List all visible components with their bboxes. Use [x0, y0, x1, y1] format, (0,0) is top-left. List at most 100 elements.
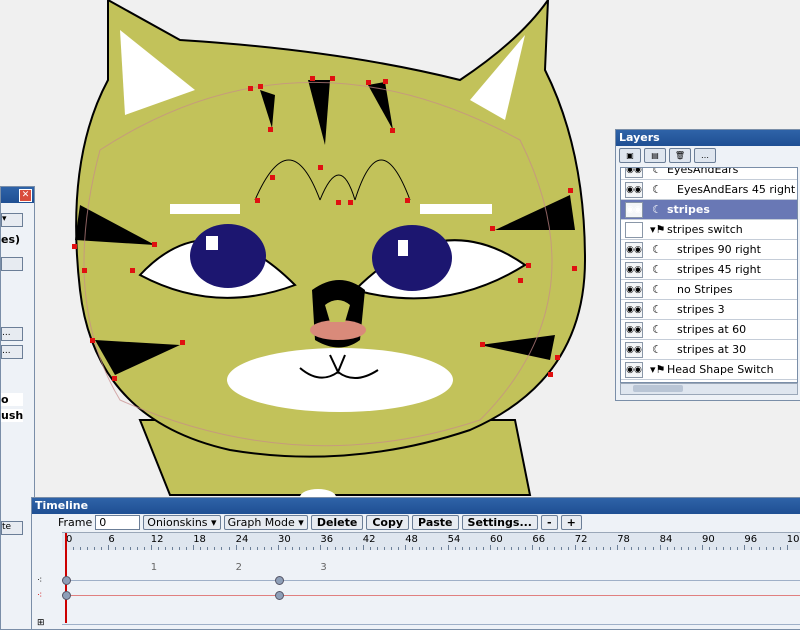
ruler-tick — [504, 547, 506, 550]
track-line — [62, 624, 800, 625]
more-options-icon[interactable]: … — [694, 148, 716, 163]
ruler-tick — [772, 547, 774, 550]
visibility-eye-icon[interactable]: ◉◉ — [625, 168, 643, 178]
graph-mode-dropdown[interactable]: Graph Mode ▾ — [223, 515, 308, 530]
layer-list[interactable]: ◉◉ ☾ EyesAndEars ◉◉ ☾ EyesAndEars 45 right ◉◉ ☾… — [620, 167, 798, 383]
visibility-eye-icon[interactable]: ◉◉ — [625, 301, 643, 318]
ruler-tick — [398, 547, 400, 550]
layer-row[interactable]: ◉◉ ☾ stripes 45 right — [621, 260, 797, 280]
frame-input[interactable]: 0 — [95, 515, 141, 530]
delete-layer-icon[interactable]: 🗑 — [669, 148, 691, 163]
layer-row[interactable]: ◉◉ ☾ stripes at 60 — [621, 320, 797, 340]
layer-row[interactable]: ◉◉ ☾ stripes at 30 — [621, 340, 797, 360]
ruler-tick — [242, 547, 244, 550]
ruler-tick-label: 18 — [193, 534, 206, 545]
track-point-icon: ⁖ — [37, 591, 43, 601]
ruler-tick — [652, 547, 654, 550]
brush-dropdown[interactable]: ▾ — [1, 213, 23, 227]
ruler-tick — [638, 547, 640, 550]
ruler-tick — [603, 547, 605, 550]
timeline-panel: Timeline Frame 0 Onionskins ▾ Graph Mode… — [31, 497, 800, 630]
copy-button[interactable]: Copy — [366, 515, 410, 530]
new-layer-icon[interactable]: ▣ — [619, 148, 641, 163]
ruler-tick — [87, 547, 89, 550]
second-marker: 1 — [150, 562, 158, 573]
ruler-tick — [108, 545, 110, 550]
keyframe[interactable] — [275, 576, 285, 585]
visibility-eye-icon[interactable]: ◉◉ — [625, 321, 643, 338]
ruler-tick — [779, 547, 781, 550]
right-brow — [420, 204, 492, 214]
ruler-tick — [574, 545, 576, 550]
layers-hscrollbar[interactable] — [620, 383, 798, 395]
layer-type-icon: ☾ — [652, 283, 662, 296]
ruler-tick — [624, 547, 626, 550]
layer-row[interactable]: ◉◉ ☾ EyesAndEars — [621, 167, 797, 180]
layer-name: stripes — [667, 203, 710, 216]
ruler-tick — [122, 547, 124, 550]
timeline-title: Timeline — [32, 498, 800, 514]
layer-row[interactable]: ◉◉ ☾ no Stripes — [621, 280, 797, 300]
track-add-icon[interactable]: ⊞ — [37, 618, 45, 628]
left-button-1[interactable]: ... — [1, 327, 23, 341]
left-text-1: o — [1, 393, 23, 406]
ruler-tick — [80, 547, 82, 550]
left-pupil — [190, 224, 266, 288]
ruler-tick — [214, 547, 216, 550]
close-icon[interactable]: ✕ — [19, 189, 32, 202]
ruler-tick — [461, 547, 463, 550]
ruler-tick — [567, 547, 569, 550]
visibility-eye-icon[interactable]: ◉◉ — [625, 241, 643, 258]
ruler-tick — [306, 547, 308, 550]
ruler-tick — [447, 545, 449, 550]
layer-type-icon: ☾ — [652, 167, 662, 176]
settings-button[interactable]: Settings... — [461, 515, 538, 530]
visibility-eye-icon[interactable]: ◉◉ — [625, 281, 643, 298]
ruler-tick — [687, 547, 689, 550]
left-field[interactable] — [1, 257, 23, 271]
zoom-out-button[interactable]: - — [540, 515, 558, 530]
left-text-2: ush — [1, 409, 24, 422]
keyframe[interactable] — [62, 591, 71, 600]
ruler-tick — [596, 547, 597, 550]
visibility-eye-icon[interactable]: ◉◉ — [625, 341, 643, 358]
ruler-tick — [560, 547, 562, 550]
ruler-tick — [751, 547, 753, 550]
ruler-tick — [765, 547, 767, 550]
ruler-tick — [256, 547, 258, 550]
visibility-eye-icon[interactable]: ◉◉ — [625, 361, 643, 378]
ruler-tick — [193, 545, 195, 550]
layer-row[interactable]: ◉◉ ☾ stripes 3 — [621, 300, 797, 320]
ruler-tick — [341, 547, 343, 550]
visibility-eye-icon[interactable]: ◉◉ — [625, 181, 643, 198]
new-group-icon[interactable]: ▤ — [644, 148, 666, 163]
layer-row[interactable]: ◉◉ ☾ stripes 90 right — [621, 240, 797, 260]
layer-name: no Stripes — [677, 283, 733, 296]
layer-name: Head Shape Switch — [667, 363, 774, 376]
layer-row[interactable]: ◉◉ ☾ stripes — [621, 200, 797, 220]
ruler-tick — [94, 547, 96, 550]
layer-row[interactable]: ◉◉ ☾ EyesAndEars 45 right — [621, 180, 797, 200]
left-button-3[interactable]: te — [1, 521, 23, 535]
ruler-tick — [263, 547, 265, 550]
visibility-eye-icon[interactable]: ◉◉ — [625, 201, 643, 218]
onionskins-dropdown[interactable]: Onionskins ▾ — [143, 515, 221, 530]
ruler-tick — [518, 547, 520, 550]
timeline-ruler[interactable]: 06121824303642485460667278849096102 — [62, 532, 800, 623]
delete-button[interactable]: Delete — [310, 515, 364, 530]
ruler-tick-label: 66 — [532, 534, 546, 545]
visibility-off-icon[interactable] — [625, 221, 643, 238]
left-button-2[interactable]: ... — [1, 345, 23, 359]
layer-name: stripes 45 right — [677, 263, 761, 276]
visibility-eye-icon[interactable]: ◉◉ — [625, 261, 643, 278]
layer-row[interactable]: ◉◉ ▾⚑ Head Shape Switch — [621, 360, 797, 380]
paste-button[interactable]: Paste — [412, 515, 459, 530]
keyframe[interactable] — [275, 591, 285, 600]
ruler-tick — [617, 545, 619, 550]
ruler-tick — [157, 547, 159, 550]
ruler-tick — [179, 547, 181, 550]
layer-name: stripes 90 right — [677, 243, 761, 256]
layer-row[interactable]: ▾⚑ stripes switch — [621, 220, 797, 240]
keyframe[interactable] — [62, 576, 71, 585]
zoom-in-button[interactable]: + — [560, 515, 582, 530]
